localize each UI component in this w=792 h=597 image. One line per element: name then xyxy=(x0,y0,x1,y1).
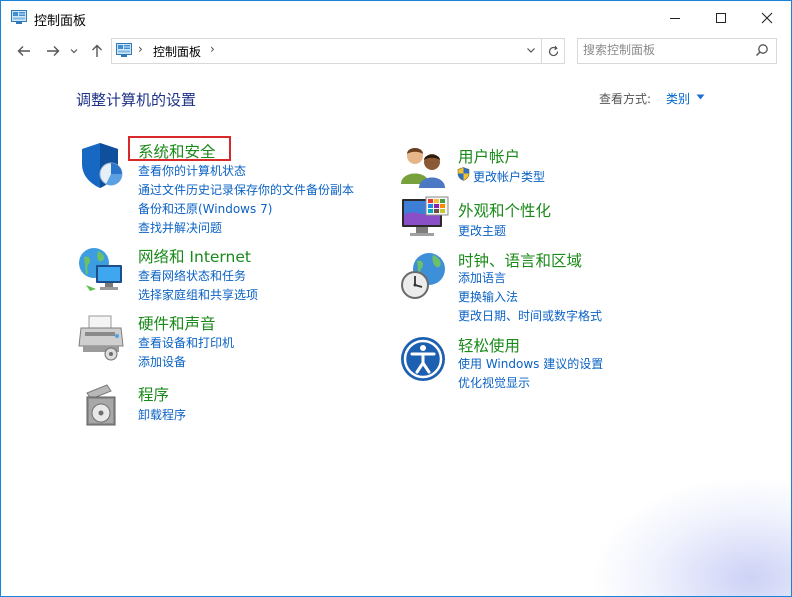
arrow-up-icon xyxy=(92,44,102,57)
link-change-input-method[interactable]: 更换输入法 xyxy=(458,288,518,305)
category-title-ease-of-access[interactable]: 轻松使用 xyxy=(458,334,520,356)
uac-shield-icon xyxy=(457,167,470,181)
category-title-appearance-personalization[interactable]: 外观和个性化 xyxy=(458,199,551,221)
up-button[interactable] xyxy=(87,41,107,61)
link-file-history-backup[interactable]: 通过文件历史记录保存你的文件备份副本 xyxy=(138,181,354,198)
monitor-personalization-icon[interactable] xyxy=(400,195,450,245)
minimize-button[interactable] xyxy=(652,1,698,35)
category-title-programs[interactable]: 程序 xyxy=(138,383,169,405)
breadcrumb-control-panel[interactable]: 控制面板 xyxy=(153,43,201,60)
address-bar[interactable]: › 控制面板 › xyxy=(111,38,565,64)
network-globe-icon[interactable] xyxy=(76,245,126,295)
category-title-system-security[interactable]: 系统和安全 xyxy=(138,140,216,162)
link-optimize-visual-display[interactable]: 优化视觉显示 xyxy=(458,374,530,391)
close-icon xyxy=(761,12,773,24)
breadcrumb-separator[interactable]: › xyxy=(210,42,215,56)
search-box[interactable] xyxy=(577,38,777,64)
maximize-button[interactable] xyxy=(698,1,744,35)
back-button[interactable] xyxy=(14,41,34,61)
control-panel-window: 控制面板 › 控制面板 › 搜索控制面板 调整计算机的设置 查看方式: 类别 系… xyxy=(0,0,792,597)
breadcrumb-separator[interactable]: › xyxy=(138,42,143,56)
link-troubleshoot[interactable]: 查找并解决问题 xyxy=(138,219,222,236)
chevron-down-icon xyxy=(70,49,78,54)
category-title-user-accounts[interactable]: 用户帐户 xyxy=(458,145,520,167)
page-heading: 调整计算机的设置 xyxy=(76,91,197,109)
link-homegroup-sharing[interactable]: 选择家庭组和共享选项 xyxy=(138,286,258,303)
arrow-left-icon xyxy=(17,46,30,56)
view-by-label: 查看方式: xyxy=(599,92,652,106)
system-security-shield-icon[interactable] xyxy=(78,140,128,190)
category-title-hardware-sound[interactable]: 硬件和声音 xyxy=(138,312,216,334)
watermark-overlay xyxy=(591,476,791,596)
control-panel-icon xyxy=(116,43,132,57)
user-accounts-icon[interactable] xyxy=(399,142,449,192)
forward-button[interactable] xyxy=(43,41,63,61)
link-view-network-status[interactable]: 查看网络状态和任务 xyxy=(138,267,246,284)
category-title-network-internet[interactable]: 网络和 Internet xyxy=(138,245,251,267)
close-button[interactable] xyxy=(744,1,790,35)
arrow-right-icon xyxy=(47,46,60,56)
link-change-date-time-format[interactable]: 更改日期、时间或数字格式 xyxy=(458,307,602,324)
link-add-language[interactable]: 添加语言 xyxy=(458,269,506,286)
refresh-icon xyxy=(548,45,558,56)
title-bar[interactable]: 控制面板 xyxy=(1,1,791,35)
programs-disc-icon[interactable] xyxy=(81,381,131,431)
chevron-down-icon[interactable] xyxy=(526,42,536,58)
ease-of-access-icon[interactable] xyxy=(399,335,449,385)
search-input[interactable] xyxy=(583,42,743,58)
link-windows-recommended-settings[interactable]: 使用 Windows 建议的设置 xyxy=(458,355,603,372)
maximize-icon xyxy=(716,13,726,23)
recent-locations-button[interactable] xyxy=(67,41,81,61)
clock-globe-icon[interactable] xyxy=(399,251,449,301)
minimize-icon xyxy=(670,18,680,19)
link-view-computer-status[interactable]: 查看你的计算机状态 xyxy=(138,162,246,179)
window-title: 控制面板 xyxy=(34,14,87,29)
category-title-clock-language-region[interactable]: 时钟、语言和区域 xyxy=(458,249,582,271)
link-devices-printers[interactable]: 查看设备和打印机 xyxy=(138,334,234,351)
link-change-account-type[interactable]: 更改帐户类型 xyxy=(473,168,545,185)
printer-hardware-icon[interactable] xyxy=(77,312,127,362)
control-panel-icon xyxy=(11,10,27,24)
link-change-theme[interactable]: 更改主题 xyxy=(458,222,506,239)
link-backup-restore[interactable]: 备份和还原(Windows 7) xyxy=(138,200,272,217)
refresh-button[interactable] xyxy=(541,39,564,63)
search-icon[interactable] xyxy=(755,43,769,57)
view-by-chevron-down-icon[interactable] xyxy=(696,94,705,100)
link-add-device[interactable]: 添加设备 xyxy=(138,353,186,370)
view-by-dropdown[interactable]: 类别 xyxy=(666,90,690,107)
link-uninstall-program[interactable]: 卸载程序 xyxy=(138,406,186,423)
